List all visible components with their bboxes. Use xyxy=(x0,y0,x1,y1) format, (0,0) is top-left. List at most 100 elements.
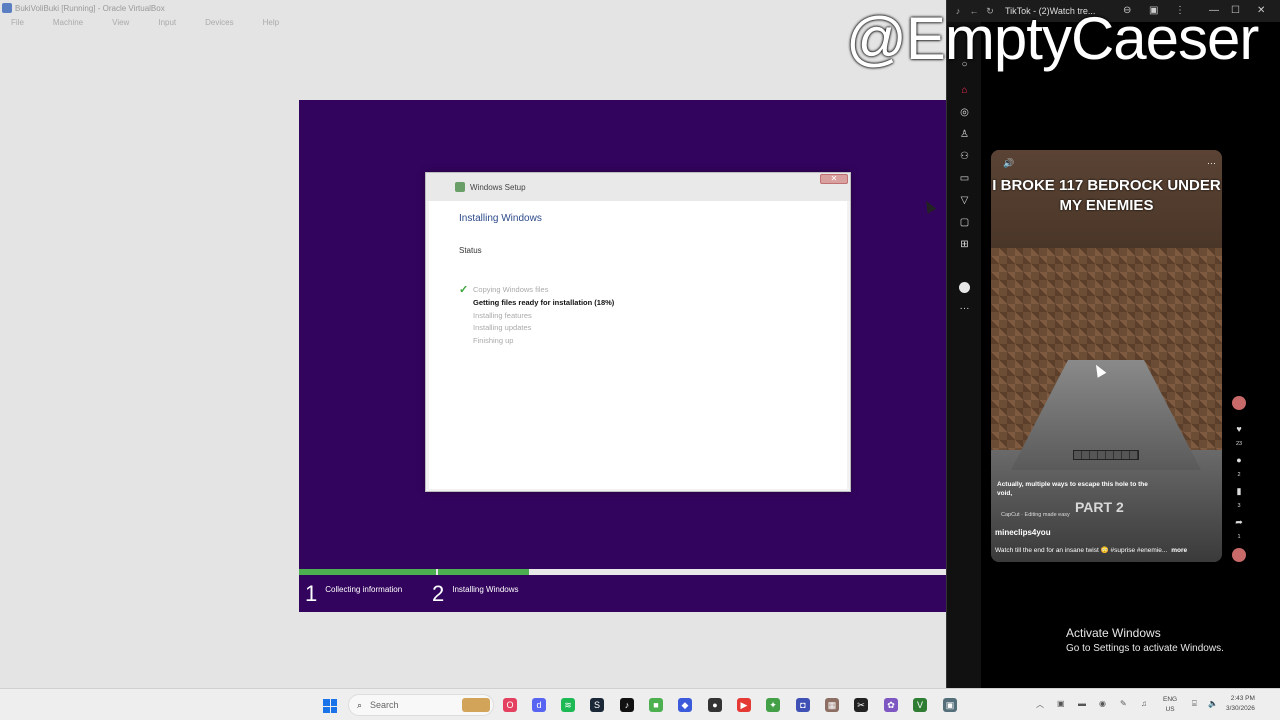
tray-app1-icon[interactable]: ▣ xyxy=(1057,699,1065,708)
menu-view[interactable]: View xyxy=(112,18,129,34)
task-getting-ready: Getting files ready for installation (18… xyxy=(473,298,615,307)
blue-app-icon[interactable]: ◘ xyxy=(796,698,810,712)
setup-body: Installing Windows Status ✓ Copying Wind… xyxy=(429,201,847,489)
sound-disc-icon[interactable] xyxy=(1232,548,1246,562)
live-icon[interactable]: ▭ xyxy=(959,173,970,184)
task-updates: Installing updates xyxy=(473,323,532,332)
video-author[interactable]: mineclips4you xyxy=(995,528,1051,537)
setup-progress-bar xyxy=(299,569,946,575)
steam-icon[interactable]: S xyxy=(590,698,604,712)
messages-icon[interactable]: ▢ xyxy=(959,217,970,228)
taskbar: ⌕ Search O d ≋ S ♪ ■ ◆ ● ▶ ✦ ◘ ▦ ✂ ✿ V ▣… xyxy=(0,688,1280,720)
progress-collecting xyxy=(299,569,436,575)
capcut-label[interactable]: CapCut · Editing made easy xyxy=(1001,512,1070,518)
progress-installing xyxy=(438,569,529,575)
video-part-label: PART 2 xyxy=(1075,499,1124,515)
youtube-icon[interactable]: ▶ xyxy=(737,698,751,712)
bookmark-icon[interactable]: ▮ xyxy=(1232,486,1246,497)
spotify-icon[interactable]: ≋ xyxy=(561,698,575,712)
tray-app3-icon[interactable]: ◉ xyxy=(1099,699,1106,708)
activate-windows-watermark: Activate Windows Go to Settings to activ… xyxy=(1066,626,1224,654)
capcut-icon[interactable]: ✂ xyxy=(854,698,868,712)
setup-window-title: Windows Setup xyxy=(470,182,526,192)
video-caption: Actually, multiple ways to escape this h… xyxy=(997,481,1148,497)
activity-icon[interactable]: ▽ xyxy=(959,195,970,206)
lang-line2: US xyxy=(1165,706,1175,713)
green-app-icon[interactable]: ✦ xyxy=(766,698,780,712)
video-description: Watch till the end for an insane twist 😳… xyxy=(995,546,1215,554)
more-link[interactable]: more xyxy=(1171,547,1187,554)
clock-time: 2:43 PM xyxy=(1230,695,1255,702)
like-count: 23 xyxy=(1235,441,1243,447)
minecraft-launcher-icon[interactable]: ▦ xyxy=(825,698,839,712)
step-label: Collecting information xyxy=(325,585,403,594)
clock[interactable]: 2:43 PM 3/30/2026 xyxy=(1226,694,1255,714)
setup-icon xyxy=(455,182,465,192)
menu-input[interactable]: Input xyxy=(158,18,176,34)
virtualbox-window: BukiVoliBuki [Running] - Oracle VirtualB… xyxy=(0,0,946,688)
friends-icon[interactable]: ⚇ xyxy=(959,151,970,162)
following-icon[interactable]: ♙ xyxy=(959,129,970,140)
like-icon[interactable]: ♥ xyxy=(1232,424,1246,434)
video-more-icon[interactable]: ··· xyxy=(1207,158,1216,168)
volume-icon[interactable]: 🔊 xyxy=(1003,158,1014,169)
comment-icon[interactable]: ● xyxy=(1232,455,1246,465)
task-copying: Copying Windows files xyxy=(473,285,549,294)
widgets-icon[interactable] xyxy=(462,698,490,712)
roblox-icon[interactable]: ◆ xyxy=(678,698,692,712)
setup-status-label: Status xyxy=(459,246,482,255)
opera-icon[interactable]: O xyxy=(503,698,517,712)
language-indicator[interactable]: ENG US xyxy=(1163,695,1177,715)
explore-icon[interactable]: ◎ xyxy=(959,107,970,118)
menu-help[interactable]: Help xyxy=(263,18,279,34)
menu-file[interactable]: File xyxy=(11,18,24,34)
setup-titlebar: Windows Setup ✕ xyxy=(426,173,850,201)
virtualbox-icon xyxy=(2,3,12,13)
editor-icon[interactable]: V xyxy=(913,698,927,712)
home-icon[interactable]: ⌂ xyxy=(959,85,970,96)
discord-icon[interactable]: d xyxy=(532,698,546,712)
task-finishing: Finishing up xyxy=(473,336,514,345)
checkmark-icon: ✓ xyxy=(459,284,469,296)
step-number: 1 xyxy=(305,581,318,606)
obs-icon[interactable]: ● xyxy=(708,698,722,712)
step-collecting: 1 Collecting information xyxy=(305,582,402,606)
lang-line1: ENG xyxy=(1163,696,1178,703)
tiktok-icon[interactable]: ♪ xyxy=(620,698,634,712)
chatgpt-icon[interactable]: ✿ xyxy=(884,698,898,712)
guest-screen[interactable]: Windows Setup ✕ Installing Windows Statu… xyxy=(299,100,946,612)
activate-subtitle: Go to Settings to activate Windows. xyxy=(1066,643,1224,654)
creator-avatar[interactable] xyxy=(1232,396,1246,410)
tiktok-video[interactable]: 🔊 ··· I BROKE 117 BEDROCK UNDER MY ENEMI… xyxy=(991,150,1222,562)
profile-icon[interactable] xyxy=(959,282,970,293)
menu-devices[interactable]: Devices xyxy=(205,18,233,34)
windows-setup-dialog: Windows Setup ✕ Installing Windows Statu… xyxy=(425,172,851,492)
save-count: 3 xyxy=(1237,503,1241,509)
video-headline: I BROKE 117 BEDROCK UNDER MY ENEMIES xyxy=(992,177,1221,214)
network-icon[interactable]: ⌸ xyxy=(1192,699,1197,709)
menu-machine[interactable]: Machine xyxy=(53,18,83,34)
volume-icon[interactable]: 🔈 xyxy=(1208,699,1218,708)
step-installing: 2 Installing Windows xyxy=(432,582,519,606)
tray-app5-icon[interactable]: ♫ xyxy=(1141,699,1147,708)
virtualbox-icon[interactable]: ▣ xyxy=(943,698,957,712)
upload-icon[interactable]: ⊞ xyxy=(959,239,970,250)
virtualbox-title: BukiVoliBuki [Running] - Oracle VirtualB… xyxy=(15,3,165,13)
video-description-text: Watch till the end for an insane twist 😳… xyxy=(995,547,1168,554)
search-placeholder: Search xyxy=(370,700,399,710)
tray-app2-icon[interactable]: ▬ xyxy=(1078,699,1086,708)
tray-app4-icon[interactable]: ✎ xyxy=(1120,699,1127,708)
tray-chevron-icon[interactable]: ︿ xyxy=(1036,699,1044,710)
virtualbox-menubar: File Machine View Input Devices Help xyxy=(0,18,297,34)
minecraft-hotbar xyxy=(1073,450,1139,460)
search-icon: ⌕ xyxy=(357,699,363,710)
minecraft-icon[interactable]: ■ xyxy=(649,698,663,712)
setup-close-button[interactable]: ✕ xyxy=(820,174,848,184)
step-label: Installing Windows xyxy=(452,585,519,594)
activate-title: Activate Windows xyxy=(1066,626,1161,640)
clock-date: 3/30/2026 xyxy=(1226,705,1255,712)
more-icon[interactable]: ··· xyxy=(959,303,970,314)
share-count: 1 xyxy=(1237,534,1241,540)
share-icon[interactable]: ➦ xyxy=(1232,517,1246,528)
start-button[interactable] xyxy=(323,699,337,713)
